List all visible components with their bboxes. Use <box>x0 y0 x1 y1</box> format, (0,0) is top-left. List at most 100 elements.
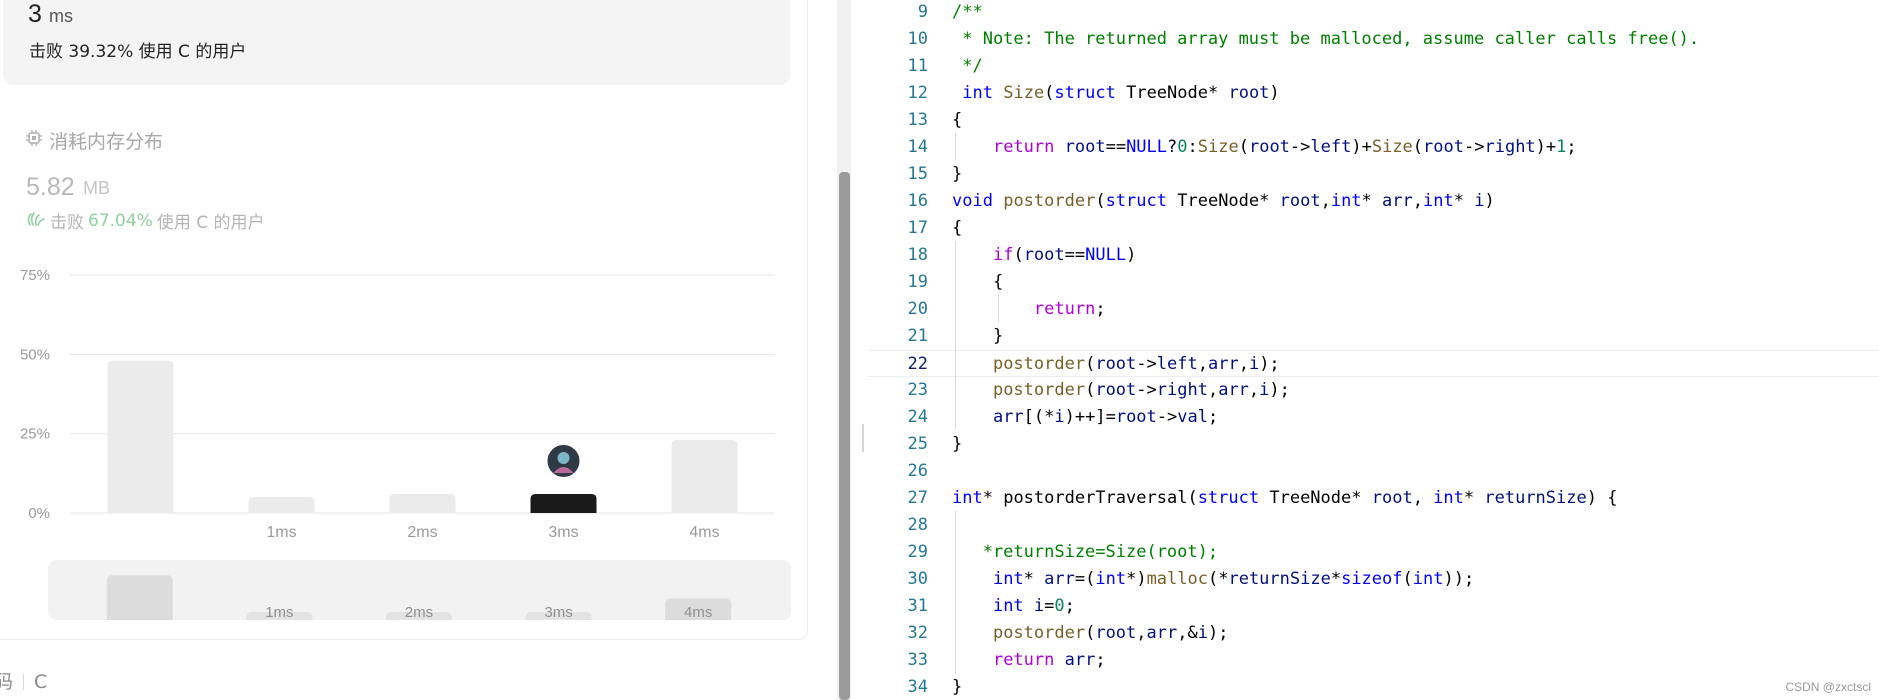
code-line[interactable]: 17 { <box>868 215 1879 242</box>
line-number: 32 <box>907 623 928 643</box>
line-number: 28 <box>907 515 928 535</box>
code-text: arr[(*i)++]=root->val; <box>992 407 1219 427</box>
x-tick-label: 1ms <box>266 524 296 541</box>
line-number: 25 <box>907 434 928 454</box>
code-line[interactable]: 34} <box>868 674 1879 700</box>
code-line[interactable]: 15} <box>868 161 1879 188</box>
code-text: void postorder(struct TreeNode* root,int… <box>952 191 1495 211</box>
line-number: 9 <box>917 2 928 22</box>
code-text: return arr; <box>992 650 1106 670</box>
watermark: CSDN @zxctscl <box>1785 680 1871 694</box>
line-number: 19 <box>907 272 928 292</box>
line-number: 17 <box>907 218 928 238</box>
runtime-value: 3 <box>28 0 42 28</box>
x-tick-label: 3ms <box>548 524 578 541</box>
indent-guide <box>955 133 956 160</box>
memory-beats-suffix: 使用 C 的用户 <box>156 213 265 233</box>
code-line[interactable]: 29 *returnSize=Size(root); <box>868 539 1879 566</box>
divider <box>23 674 25 690</box>
code-text: if(root==NULL) <box>992 245 1137 265</box>
code-text: int Size(struct TreeNode* root) <box>962 83 1280 103</box>
user-avatar-icon[interactable] <box>545 442 582 479</box>
chart-bar[interactable] <box>530 493 597 513</box>
code-language-footer: 码C <box>0 667 47 694</box>
clap-icon <box>26 209 46 232</box>
y-tick-label: 25% <box>20 426 50 443</box>
runtime-beats-prefix: 击败 <box>29 42 63 62</box>
resize-handle[interactable] <box>862 424 864 452</box>
code-line[interactable]: 12 int Size(struct TreeNode* root) <box>868 80 1879 107</box>
memory-unit: MB <box>83 178 110 198</box>
line-number: 14 <box>907 137 928 157</box>
memory-beats-text: 击败 67.04% 使用 C 的用户 <box>26 208 265 233</box>
chart-bar[interactable] <box>389 493 456 513</box>
runtime-beats-text: 击败 39.32% 使用 C 的用户 <box>29 37 246 62</box>
code-text: postorder(root,arr,&i); <box>992 623 1229 643</box>
line-number: 12 <box>907 83 928 103</box>
code-line[interactable]: 13 { <box>868 107 1879 134</box>
code-line[interactable]: 26 <box>868 458 1879 485</box>
code-line[interactable]: 33 return arr; <box>868 647 1879 674</box>
code-text: /** <box>952 2 983 22</box>
line-number: 34 <box>907 677 928 697</box>
code-text: int i=0; <box>992 596 1075 616</box>
minimap-label: 1ms <box>265 604 293 620</box>
line-number: 21 <box>907 326 928 346</box>
x-tick-label: 4ms <box>689 524 719 541</box>
line-number: 33 <box>907 650 928 670</box>
chart-bar[interactable] <box>248 497 315 513</box>
line-number: 13 <box>907 110 928 130</box>
code-line[interactable]: 23 postorder(root->right,arr,i); <box>868 377 1879 404</box>
distribution-minimap[interactable]: 1ms 2ms 3ms 4ms <box>48 560 791 620</box>
line-number: 27 <box>907 488 928 508</box>
line-number: 16 <box>907 191 928 211</box>
code-line[interactable]: 16 void postorder(struct TreeNode* root,i… <box>868 188 1879 215</box>
memory-beats-percent: 67.04% <box>88 210 153 231</box>
code-text: } <box>952 434 963 454</box>
line-number: 10 <box>907 29 928 49</box>
code-text: return; <box>1033 299 1106 319</box>
line-number: 11 <box>907 56 928 76</box>
line-number: 24 <box>907 407 928 427</box>
memory-title[interactable]: 消耗内存分布 <box>25 127 163 154</box>
code-label: 码 <box>0 671 14 693</box>
line-number: 20 <box>907 299 928 319</box>
chart-bar[interactable] <box>671 440 738 513</box>
y-tick-label: 0% <box>28 505 50 522</box>
code-text: *returnSize=Size(root); <box>952 542 1219 562</box>
code-line[interactable]: 22 postorder(root->left,arr,i); <box>868 350 1879 377</box>
line-number: 23 <box>907 380 928 400</box>
runtime-box[interactable]: 3 ms 击败 39.32% 使用 C 的用户 <box>3 0 790 85</box>
code-line[interactable]: 28 <box>868 512 1879 539</box>
code-line[interactable]: 10 * Note: The returned array must be ma… <box>868 26 1879 53</box>
code-line[interactable]: 20 return; <box>868 296 1879 323</box>
runtime-beats-suffix: 使用 C 的用户 <box>138 42 247 62</box>
code-line[interactable]: 14 return root==NULL?0:Size(root->left)+… <box>868 134 1879 161</box>
indent-guide <box>998 295 999 322</box>
code-text: } <box>952 164 963 184</box>
code-line[interactable]: 31 int i=0; <box>868 593 1879 620</box>
chip-icon <box>25 129 43 152</box>
code-line[interactable]: 25} <box>868 431 1879 458</box>
code-line[interactable]: 19 { <box>868 269 1879 296</box>
scrollbar-thumb[interactable] <box>839 172 850 700</box>
runtime-beats-percent: 39.32% <box>68 42 134 62</box>
code-line[interactable]: 24 arr[(*i)++]=root->val; <box>868 404 1879 431</box>
code-line[interactable]: 18 if(root==NULL) <box>868 242 1879 269</box>
code-line[interactable]: 27 int* postorderTraversal(struct TreeNod… <box>868 485 1879 512</box>
line-number: 31 <box>907 596 928 616</box>
code-line[interactable]: 11 */ <box>868 53 1879 80</box>
minimap-label: 3ms <box>544 604 572 620</box>
minimap-bar <box>106 575 173 620</box>
chart-bar[interactable] <box>107 360 174 513</box>
code-line[interactable]: 9 /** <box>868 0 1879 26</box>
code-editor[interactable]: 9 /** 10 * Note: The returned array must b… <box>868 0 1879 700</box>
code-line[interactable]: 32 postorder(root,arr,&i); <box>868 620 1879 647</box>
runtime-distribution-chart[interactable]: 75% 50% 25% 0% 1ms 2ms 3ms 4ms <box>0 258 800 548</box>
code-text: int* postorderTraversal(struct TreeNode*… <box>952 488 1618 508</box>
y-tick-label: 50% <box>20 346 50 363</box>
code-line[interactable]: 21 } <box>868 323 1879 350</box>
language-label[interactable]: C <box>34 671 47 693</box>
runtime-unit: ms <box>49 6 73 26</box>
code-line[interactable]: 30 int* arr=(int*)malloc(*returnSize*siz… <box>868 566 1879 593</box>
